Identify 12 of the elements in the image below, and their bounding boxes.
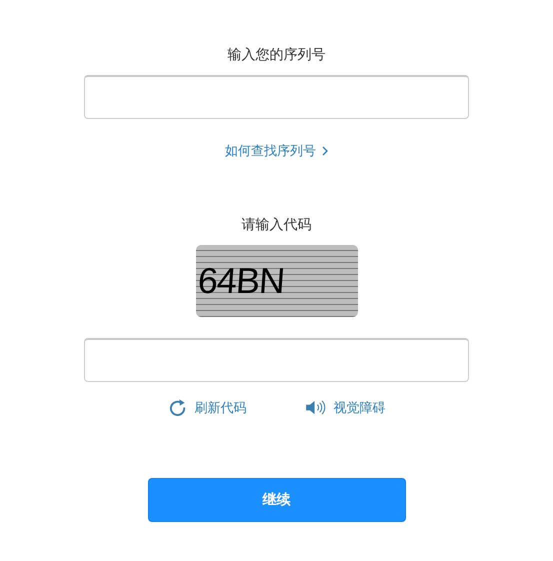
serial-input-field[interactable] bbox=[84, 75, 469, 119]
speaker-icon bbox=[304, 400, 326, 415]
continue-button[interactable]: 继续 bbox=[148, 478, 406, 522]
refresh-link[interactable]: 刷新代码 bbox=[168, 398, 246, 417]
chevron-icon bbox=[322, 146, 328, 156]
captcha-input-field[interactable] bbox=[84, 338, 469, 382]
captcha-image: 64BN bbox=[196, 245, 358, 317]
refresh-icon bbox=[168, 398, 186, 417]
audio-link[interactable]: 视觉障碍 bbox=[304, 398, 386, 417]
serial-label: 输入您的序列号 bbox=[228, 46, 326, 64]
help-link[interactable]: 如何查找序列号 bbox=[225, 142, 328, 160]
captcha-label: 请输入代码 bbox=[242, 216, 312, 234]
